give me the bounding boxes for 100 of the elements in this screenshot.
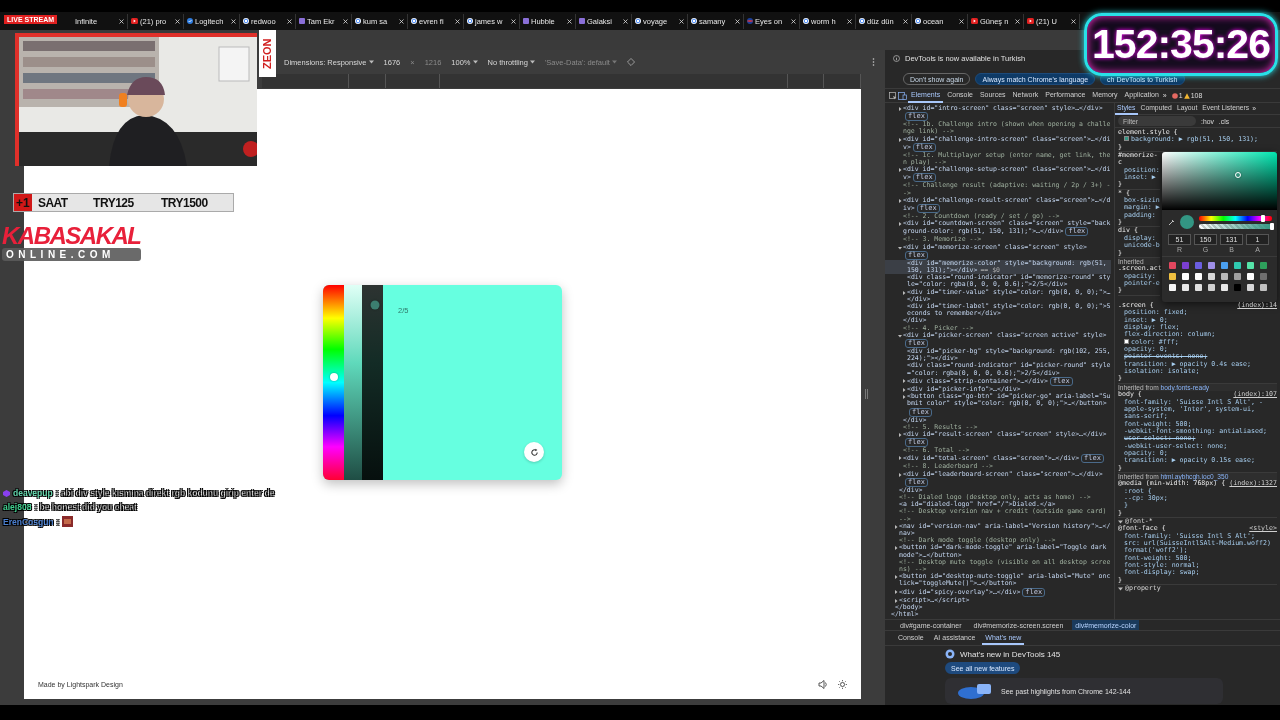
palette-swatch[interactable]: [1234, 262, 1241, 270]
close-icon[interactable]: [1071, 18, 1076, 24]
close-icon[interactable]: [231, 18, 236, 24]
palette-swatch[interactable]: [1247, 284, 1254, 292]
color-swatch[interactable]: [1124, 136, 1129, 142]
palette-swatch[interactable]: [1234, 273, 1241, 281]
play-icon: [1027, 18, 1034, 24]
logo-subtitle: ONLINE.COM: [2, 248, 141, 261]
caret-right-icon[interactable]: [902, 378, 906, 383]
caret-right-icon[interactable]: [894, 524, 898, 529]
price-label: TRY1500: [159, 195, 208, 210]
alpha-slider[interactable]: [1199, 223, 1272, 229]
devtools-illustration-icon: [957, 682, 993, 700]
close-icon[interactable]: [119, 18, 124, 24]
caret-right-icon[interactable]: [898, 137, 902, 142]
square-icon: [299, 18, 305, 24]
shade-slider[interactable]: [344, 285, 383, 480]
caret-right-icon[interactable]: [894, 575, 898, 580]
palette-swatch[interactable]: [1169, 273, 1176, 281]
rotate-icon[interactable]: [626, 58, 635, 66]
caret-right-icon[interactable]: [902, 387, 906, 392]
close-icon[interactable]: [679, 18, 684, 24]
palette-swatch[interactable]: [1182, 262, 1189, 270]
caret-right-icon[interactable]: [898, 107, 902, 111]
inspect-icon[interactable]: [889, 91, 897, 100]
info-icon: [893, 55, 900, 62]
slider-thumb[interactable]: [370, 300, 380, 309]
caret-right-icon[interactable]: [902, 395, 906, 400]
close-icon[interactable]: [287, 18, 292, 24]
color-swatch[interactable]: [1124, 338, 1129, 344]
palette-swatch[interactable]: [1247, 273, 1254, 281]
palette-swatch[interactable]: [1247, 262, 1254, 270]
saturation-area[interactable]: [1162, 152, 1277, 211]
speaker-icon[interactable]: [818, 679, 828, 689]
error-icon: [1171, 92, 1178, 99]
caret-right-icon[interactable]: [894, 589, 898, 594]
price-label: SAAT: [36, 195, 68, 210]
close-icon[interactable]: [399, 18, 404, 24]
close-icon[interactable]: [343, 18, 348, 24]
close-icon[interactable]: [623, 18, 628, 24]
ring-icon: [411, 18, 417, 24]
caret-right-icon[interactable]: [894, 546, 898, 551]
color-preview: [1180, 215, 1194, 230]
hue-slider[interactable]: [1199, 215, 1272, 221]
palette-swatch[interactable]: [1260, 262, 1267, 270]
caret-right-icon[interactable]: [898, 222, 902, 227]
device-toggle-icon[interactable]: [898, 91, 907, 100]
caret-right-icon[interactable]: [898, 456, 902, 461]
close-icon[interactable]: [791, 18, 796, 24]
close-icon[interactable]: [847, 18, 852, 24]
close-icon[interactable]: [175, 18, 180, 24]
close-icon[interactable]: [735, 18, 740, 24]
slider-thumb[interactable]: [1270, 222, 1274, 230]
close-icon[interactable]: [903, 18, 908, 24]
caret-down-icon: [368, 60, 374, 64]
sun-icon[interactable]: [838, 679, 847, 689]
submit-button[interactable]: [524, 442, 544, 462]
palette-swatch[interactable]: [1195, 284, 1202, 292]
caret-right-icon[interactable]: [898, 432, 902, 437]
devtools-logo-icon: [945, 649, 955, 659]
play-icon: [971, 18, 978, 24]
palette-swatch[interactable]: [1260, 273, 1267, 281]
ring-icon: [243, 18, 249, 24]
palette-swatch[interactable]: [1208, 262, 1215, 270]
slider-thumb[interactable]: [329, 372, 338, 381]
palette-swatch[interactable]: [1221, 262, 1228, 270]
slider-thumb[interactable]: [1261, 214, 1266, 222]
close-icon[interactable]: [511, 18, 516, 24]
circular-arrow-icon: [529, 447, 539, 457]
ring-icon: [355, 18, 361, 24]
close-icon[interactable]: [1015, 18, 1020, 24]
caret-right-icon[interactable]: [898, 472, 902, 477]
chat-message: : abi div style kısmına direkt rgb kodunu girip enter de: [55, 488, 275, 498]
eyedropper-icon[interactable]: [1168, 218, 1175, 226]
more-vertical-icon[interactable]: [872, 58, 875, 66]
caret-right-icon[interactable]: [902, 290, 906, 295]
planet-icon: [747, 18, 753, 24]
caret-right-icon[interactable]: [894, 598, 898, 603]
palette-swatch[interactable]: [1208, 273, 1215, 281]
resize-handle-icon[interactable]: [865, 389, 868, 399]
close-icon[interactable]: [959, 18, 964, 24]
caret-right-icon[interactable]: [898, 198, 902, 203]
hue-slider[interactable]: [323, 285, 344, 480]
caret-down-icon: [611, 60, 617, 64]
palette-swatch[interactable]: [1234, 284, 1241, 292]
palette-swatch[interactable]: [1208, 284, 1215, 292]
palette-swatch[interactable]: [1221, 284, 1228, 292]
ring-icon: [635, 18, 641, 24]
palette-swatch[interactable]: [1169, 262, 1176, 270]
chat-message: :: [56, 516, 60, 527]
palette-swatch[interactable]: [1182, 273, 1189, 281]
palette-swatch[interactable]: [1195, 273, 1202, 281]
palette-swatch[interactable]: [1260, 284, 1267, 292]
caret-right-icon[interactable]: [898, 168, 902, 173]
palette-swatch[interactable]: [1169, 284, 1176, 292]
palette-swatch[interactable]: [1221, 273, 1228, 281]
close-icon[interactable]: [567, 18, 572, 24]
palette-swatch[interactable]: [1182, 284, 1189, 292]
close-icon[interactable]: [455, 18, 460, 24]
palette-swatch[interactable]: [1195, 262, 1202, 270]
